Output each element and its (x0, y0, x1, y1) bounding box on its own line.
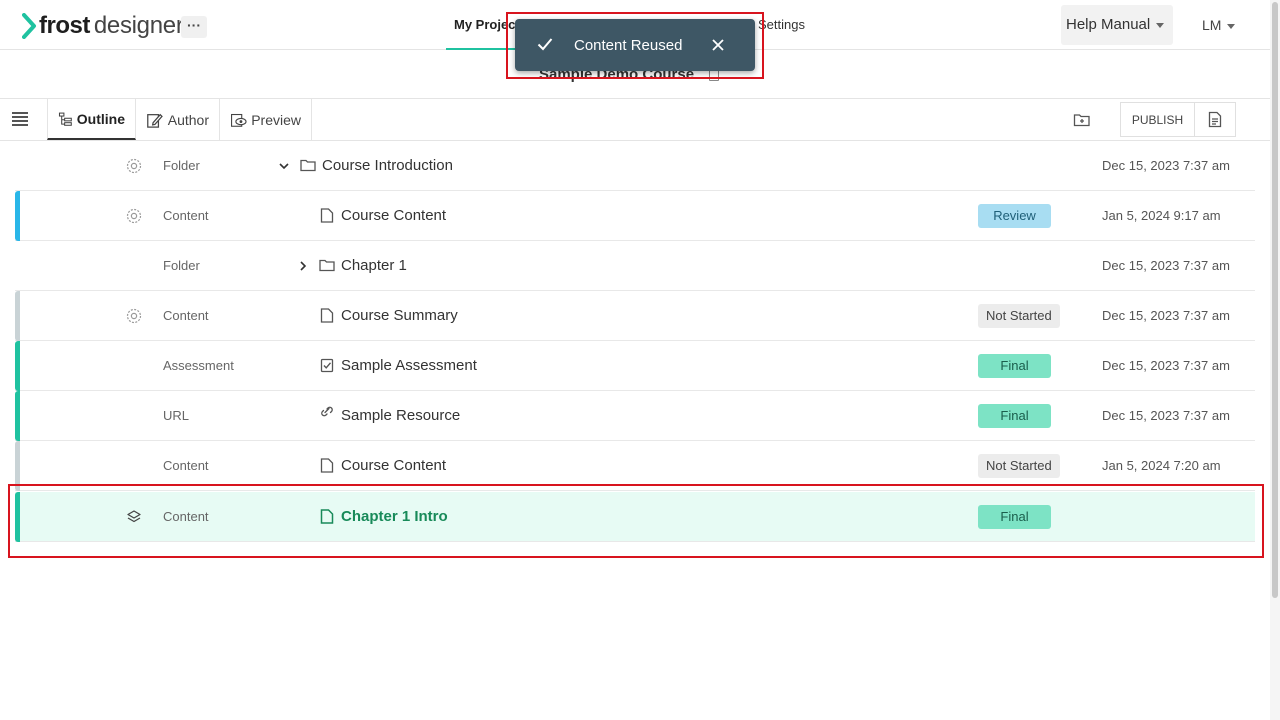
outline-tree-icon (58, 112, 72, 126)
document-icon (320, 458, 334, 473)
tab-author[interactable]: Author (136, 99, 220, 140)
frost-designer-logo[interactable]: frost designer (22, 12, 184, 40)
list-item[interactable]: Folder Chapter 1 Dec 15, 2023 7:37 am (15, 241, 1255, 291)
status-badge: Final (978, 404, 1051, 428)
tab-preview-label: Preview (251, 111, 301, 128)
folder-plus-icon (1073, 113, 1090, 126)
item-type-label: Folder (163, 158, 200, 173)
status-badge: Review (978, 204, 1051, 228)
scrollbar-thumb[interactable] (1272, 2, 1278, 598)
link-icon (321, 406, 333, 417)
status-color-bar (15, 391, 20, 441)
item-modified-date: Jan 5, 2024 7:20 am (1102, 458, 1221, 473)
item-modified-date: Dec 15, 2023 7:37 am (1102, 258, 1230, 273)
list-item[interactable]: URL Sample Resource Final Dec 15, 2023 7… (15, 391, 1255, 441)
list-item[interactable]: Content Course Content Review Jan 5, 202… (15, 191, 1255, 241)
item-name[interactable]: Chapter 1 (341, 257, 407, 274)
hamburger-menu-icon[interactable] (12, 112, 28, 126)
checkbox-assessment-icon (320, 358, 334, 373)
chevron-down-icon[interactable] (279, 161, 289, 171)
status-color-bar (15, 341, 20, 391)
settings-gear-icon[interactable] (126, 308, 142, 324)
outline-toolbar: Outline Author Preview PUBLISH (0, 99, 1270, 141)
document-icon (320, 208, 334, 223)
tab-outline[interactable]: Outline (47, 99, 136, 140)
tab-outline-label: Outline (76, 110, 125, 127)
nav-tab-settings[interactable]: Settings (758, 0, 805, 50)
chevron-right-icon[interactable] (298, 261, 308, 271)
app-root: frost designer ··· My Projects Settings … (0, 0, 1280, 720)
status-badge: Not Started (978, 304, 1060, 328)
item-modified-date: Dec 15, 2023 7:37 am (1102, 308, 1230, 323)
document-icon (1208, 111, 1222, 128)
toast-highlight-box (506, 12, 764, 79)
item-type-label: Content (163, 308, 209, 323)
document-report-button[interactable] (1194, 102, 1236, 137)
item-modified-date: Dec 15, 2023 7:37 am (1102, 408, 1230, 423)
more-menu-button[interactable]: ··· (181, 16, 207, 38)
status-color-bar (15, 191, 20, 241)
item-modified-date: Jan 5, 2024 9:17 am (1102, 208, 1221, 223)
preview-eye-icon (231, 113, 247, 127)
list-item[interactable]: Assessment Sample Assessment Final Dec 1… (15, 341, 1255, 391)
chevron-down-icon (1156, 22, 1165, 28)
item-type-label: Content (163, 458, 209, 473)
item-type-label: URL (163, 408, 190, 423)
item-type-label: Folder (163, 258, 200, 273)
help-manual-label: Help Manual (1066, 16, 1151, 33)
settings-gear-icon[interactable] (126, 158, 142, 174)
status-badge: Final (978, 354, 1051, 378)
item-name[interactable]: Course Content (341, 207, 446, 224)
author-edit-icon (147, 113, 163, 128)
user-initials: LM (1202, 17, 1222, 33)
item-name[interactable]: Course Summary (341, 307, 458, 324)
user-menu-dropdown[interactable]: LM (1202, 17, 1236, 33)
item-modified-date: Dec 15, 2023 7:37 am (1102, 358, 1230, 373)
item-modified-date: Dec 15, 2023 7:37 am (1102, 158, 1230, 173)
document-icon (320, 308, 334, 323)
logo-text-light: designer (93, 12, 184, 39)
add-folder-button[interactable] (1066, 102, 1098, 137)
status-color-bar (15, 291, 20, 341)
help-manual-dropdown[interactable]: Help Manual (1061, 5, 1173, 45)
folder-icon (300, 159, 316, 172)
status-badge: Not Started (978, 454, 1060, 478)
tab-author-label: Author (167, 111, 209, 128)
item-name[interactable]: Sample Assessment (341, 357, 477, 374)
folder-icon (319, 259, 335, 272)
item-name[interactable]: Course Content (341, 457, 446, 474)
settings-gear-icon[interactable] (126, 208, 142, 224)
logo-chevron-icon (22, 13, 36, 39)
tab-preview[interactable]: Preview (220, 99, 312, 140)
item-name[interactable]: Course Introduction (322, 157, 453, 174)
row-highlight-box (8, 484, 1264, 558)
list-item[interactable]: Content Course Summary Not Started Dec 1… (15, 291, 1255, 341)
list-item[interactable]: Folder Course Introduction Dec 15, 2023 … (15, 141, 1255, 191)
item-type-label: Content (163, 208, 209, 223)
item-name[interactable]: Sample Resource (341, 407, 460, 424)
item-type-label: Assessment (163, 358, 234, 373)
logo-text-bold: frost (39, 12, 90, 39)
vertical-scrollbar[interactable] (1270, 0, 1280, 720)
chevron-down-icon (1227, 23, 1236, 29)
publish-button[interactable]: PUBLISH (1120, 102, 1195, 137)
